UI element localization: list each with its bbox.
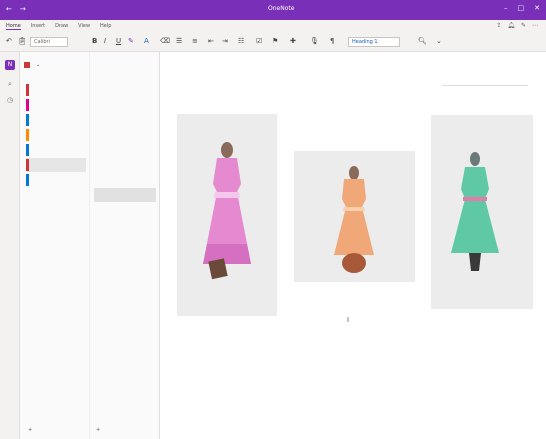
forward-icon[interactable]: → bbox=[20, 5, 26, 13]
section-color-bar bbox=[26, 159, 29, 171]
tag-icon[interactable]: ⚑ bbox=[272, 37, 278, 45]
ribbon-tabs: Home Insert Draw View Help ⇪ 🔔︎ ✎ ⋯ bbox=[0, 20, 546, 33]
title-bar: ← → OneNote – □ ✕ bbox=[0, 0, 546, 20]
bell-icon[interactable]: 🔔︎ bbox=[507, 22, 515, 29]
page-item[interactable] bbox=[94, 188, 156, 202]
section-item[interactable] bbox=[26, 98, 86, 112]
add-section-button[interactable]: + bbox=[28, 427, 32, 433]
tab-list: Home Insert Draw View Help bbox=[6, 23, 111, 30]
plus-icon: + bbox=[28, 427, 33, 433]
window-controls: – □ ✕ bbox=[504, 4, 540, 12]
section-color-bar bbox=[26, 174, 29, 186]
page-item[interactable] bbox=[94, 98, 156, 112]
more-icon[interactable]: ⋯ bbox=[532, 22, 538, 29]
chevron-down-icon: ⌄ bbox=[36, 62, 41, 68]
page-item[interactable] bbox=[94, 173, 156, 187]
section-color-bar bbox=[26, 144, 29, 156]
mint-dress-picture bbox=[451, 152, 499, 271]
bold-icon[interactable]: B bbox=[92, 37, 97, 45]
indent-icon[interactable]: ⇥ bbox=[222, 37, 228, 45]
page-title[interactable] bbox=[442, 83, 528, 86]
notebook-icon bbox=[24, 62, 30, 68]
section-item[interactable] bbox=[26, 113, 86, 127]
undo-icon[interactable]: ↶ bbox=[6, 37, 12, 45]
tab-0[interactable]: Home bbox=[6, 23, 21, 30]
section-item[interactable] bbox=[26, 128, 86, 142]
insert-icon[interactable]: ✚ bbox=[290, 37, 296, 45]
font-color-icon[interactable]: A bbox=[144, 37, 149, 45]
notebook-selector[interactable]: ⌄ bbox=[24, 62, 40, 68]
pen-icon[interactable]: ✎ bbox=[521, 22, 526, 29]
checkbox-icon[interactable]: ☑ bbox=[256, 37, 262, 45]
recent-icon[interactable]: ◷ bbox=[5, 96, 15, 106]
section-item[interactable] bbox=[26, 143, 86, 157]
page-item[interactable] bbox=[94, 143, 156, 157]
sections-panel: ⌄ + bbox=[20, 52, 90, 439]
plus-icon: + bbox=[96, 427, 101, 433]
tab-2[interactable]: Draw bbox=[55, 23, 68, 30]
tab-4[interactable]: Help bbox=[100, 23, 111, 30]
numbering-icon[interactable]: ≡ bbox=[192, 37, 198, 45]
section-color-bar bbox=[26, 84, 29, 96]
section-color-bar bbox=[26, 114, 29, 126]
paragraph-icon[interactable]: ¶ bbox=[330, 37, 334, 45]
close-icon[interactable]: ✕ bbox=[534, 4, 540, 12]
section-color-bar bbox=[26, 99, 29, 111]
add-page-button[interactable]: + bbox=[96, 427, 100, 433]
align-icon[interactable]: ☷ bbox=[238, 37, 244, 45]
page-item[interactable] bbox=[94, 113, 156, 127]
page-item[interactable] bbox=[94, 128, 156, 142]
page-item[interactable] bbox=[94, 158, 156, 172]
section-color-bar bbox=[26, 129, 29, 141]
share-icon[interactable]: ⇪ bbox=[496, 22, 501, 29]
dress-image-mint[interactable] bbox=[431, 115, 533, 309]
clear-format-icon[interactable]: ⌫ bbox=[160, 37, 170, 45]
back-icon[interactable]: ← bbox=[6, 5, 12, 13]
tab-3[interactable]: View bbox=[78, 23, 90, 30]
app-title: OneNote bbox=[268, 5, 295, 12]
section-item[interactable] bbox=[26, 173, 86, 187]
pink-dress-picture bbox=[203, 142, 251, 280]
ribbon-right-tools: ⇪ 🔔︎ ✎ ⋯ bbox=[496, 22, 538, 29]
outdent-icon[interactable]: ⇤ bbox=[208, 37, 214, 45]
search-icon[interactable]: ⌕ bbox=[5, 80, 15, 90]
section-item[interactable] bbox=[26, 83, 86, 97]
find-icon[interactable]: 🔍︎ bbox=[418, 37, 427, 45]
highlight-icon[interactable]: ✎ bbox=[128, 37, 134, 45]
maximize-icon[interactable]: □ bbox=[518, 4, 525, 12]
underline-icon[interactable]: U bbox=[116, 37, 121, 45]
page-item[interactable] bbox=[94, 83, 156, 97]
app-rail: N ⌕ ◷ bbox=[0, 52, 20, 439]
minimize-icon[interactable]: – bbox=[504, 4, 508, 12]
dictate-icon[interactable]: 🎙︎ bbox=[310, 37, 319, 45]
dress-image-peach[interactable] bbox=[294, 151, 415, 282]
pages-panel: + bbox=[90, 52, 160, 439]
text-cursor: I bbox=[347, 316, 350, 324]
chevron-down-icon[interactable]: ⌄ bbox=[436, 37, 442, 45]
section-item[interactable] bbox=[26, 158, 86, 172]
page-canvas[interactable]: I bbox=[160, 52, 546, 439]
ribbon-toolbar: ↶ 📋︎ Calibri B I U ✎ A ⌫ ☰ ≡ ⇤ ⇥ ☷ ☑ ⚑ ✚… bbox=[0, 33, 546, 52]
dress-image-pink[interactable] bbox=[177, 114, 277, 316]
style-select[interactable]: Heading 1 bbox=[348, 37, 400, 47]
bullets-icon[interactable]: ☰ bbox=[176, 37, 182, 45]
notebooks-icon[interactable]: N bbox=[5, 60, 15, 70]
paste-icon[interactable]: 📋︎ bbox=[18, 37, 27, 45]
font-family-select[interactable]: Calibri bbox=[30, 37, 68, 47]
italic-icon[interactable]: I bbox=[104, 37, 106, 45]
tab-1[interactable]: Insert bbox=[31, 23, 45, 30]
peach-dress-picture bbox=[334, 166, 374, 273]
title-nav: ← → bbox=[6, 5, 26, 13]
